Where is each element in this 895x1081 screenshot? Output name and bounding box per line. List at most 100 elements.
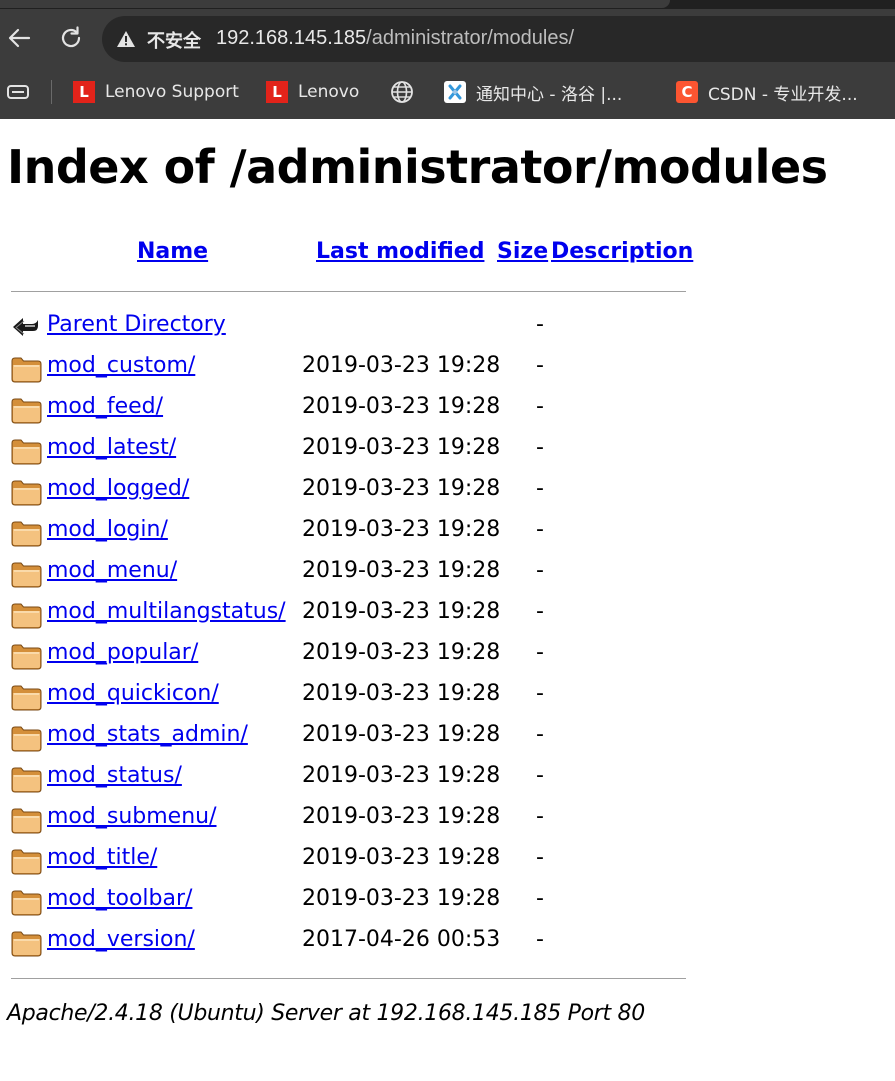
bookmark-globe[interactable]: [390, 70, 414, 114]
table-row: mod_feed/2019-03-23 19:28 -: [0, 391, 895, 432]
address-bar[interactable]: 不安全 192.168.145.185/administrator/module…: [102, 16, 895, 62]
folder-icon: [11, 480, 42, 506]
size-cell: -: [536, 927, 544, 952]
footer-divider: [11, 978, 686, 979]
last-modified-cell: 2019-03-23 19:28: [302, 353, 501, 378]
entry-name-link[interactable]: mod_latest/: [47, 435, 176, 460]
table-row: mod_multilangstatus/2019-03-23 19:28 -: [0, 596, 895, 637]
last-modified-cell: 2019-03-23 19:28: [302, 722, 501, 747]
back-arrow-icon: [8, 28, 31, 48]
size-cell: -: [536, 763, 544, 788]
warning-icon[interactable]: [116, 29, 136, 49]
entry-name-link[interactable]: mod_custom/: [47, 353, 195, 378]
url-host: 192.168.145.185: [216, 27, 367, 49]
active-tab-edge[interactable]: [0, 0, 670, 8]
folder-icon: [11, 849, 42, 875]
entry-name-link[interactable]: mod_multilangstatus/: [47, 599, 286, 624]
last-modified-cell: 2019-03-23 19:28: [302, 558, 501, 583]
entry-name-link[interactable]: mod_toolbar/: [47, 886, 192, 911]
page-content: Index of /administrator/modules Name Las…: [0, 119, 895, 1081]
entry-name-link[interactable]: mod_stats_admin/: [47, 722, 248, 747]
entry-name-link[interactable]: mod_submenu/: [47, 804, 217, 829]
server-signature: Apache/2.4.18 (Ubuntu) Server at 192.168…: [7, 1001, 645, 1026]
size-cell: -: [536, 517, 544, 542]
table-row: mod_title/2019-03-23 19:28 -: [0, 842, 895, 883]
tab-strip: [0, 0, 895, 9]
last-modified-cell: 2019-03-23 19:28: [302, 476, 501, 501]
bookmark-label: Lenovo Support: [105, 82, 239, 102]
table-row: mod_quickicon/2019-03-23 19:28 -: [0, 678, 895, 719]
bookmark-csdn[interactable]: C CSDN - 专业开发...: [676, 70, 858, 114]
last-modified-cell: 2019-03-23 19:28: [302, 886, 501, 911]
last-modified-cell: 2019-03-23 19:28: [302, 681, 501, 706]
last-modified-cell: 2019-03-23 19:28: [302, 517, 501, 542]
size-cell: -: [536, 558, 544, 583]
size-cell: -: [536, 845, 544, 870]
size-cell: -: [536, 804, 544, 829]
last-modified-cell: 2019-03-23 19:28: [302, 640, 501, 665]
size-cell: -: [536, 394, 544, 419]
reload-icon: [61, 26, 81, 48]
folder-icon: [11, 562, 42, 588]
url-path: /administrator/modules/: [366, 27, 575, 49]
folder-icon: [11, 931, 42, 957]
bookmark-luogu[interactable]: 通知中心 - 洛谷 |...: [444, 70, 622, 114]
entry-name-link[interactable]: mod_quickicon/: [47, 681, 219, 706]
page-title: Index of /administrator/modules: [7, 140, 828, 194]
bookmark-label: 通知中心 - 洛谷 |...: [476, 84, 623, 105]
size-cell: -: [536, 722, 544, 747]
table-row: mod_logged/2019-03-23 19:28 -: [0, 473, 895, 514]
folder-icon: [11, 603, 42, 629]
security-label[interactable]: 不安全: [147, 27, 201, 53]
folder-icon: [11, 890, 42, 916]
sort-by-description-link[interactable]: Description: [551, 239, 693, 264]
size-cell: -: [536, 640, 544, 665]
last-modified-cell: 2019-03-23 19:28: [302, 394, 501, 419]
table-row: mod_status/2019-03-23 19:28 -: [0, 760, 895, 801]
sort-by-name-link[interactable]: Name: [137, 239, 208, 264]
last-modified-cell: 2019-03-23 19:28: [302, 845, 501, 870]
folder-icon: [11, 767, 42, 793]
size-cell: -: [536, 353, 544, 378]
folder-icon: [11, 398, 42, 424]
folder-icon: [11, 644, 42, 670]
size-cell: -: [536, 312, 544, 337]
sort-by-last-modified-link[interactable]: Last modified: [316, 239, 484, 264]
last-modified-cell: 2019-03-23 19:28: [302, 763, 501, 788]
header-divider: [11, 291, 686, 292]
back-button[interactable]: [3, 22, 35, 54]
bookmark-lenovo-support[interactable]: L Lenovo Support: [73, 70, 239, 114]
bookmark-label: Lenovo: [298, 82, 360, 102]
folder-icon: [11, 685, 42, 711]
entry-name-link[interactable]: mod_feed/: [47, 394, 163, 419]
table-row: mod_login/2019-03-23 19:28 -: [0, 514, 895, 555]
table-row: mod_popular/2019-03-23 19:28 -: [0, 637, 895, 678]
tab-groups-icon[interactable]: [6, 81, 30, 103]
table-row: mod_menu/2019-03-23 19:28 -: [0, 555, 895, 596]
back-arrow-icon: [13, 318, 38, 336]
url-text[interactable]: 192.168.145.185/administrator/modules/: [216, 27, 574, 50]
folder-icon: [11, 357, 42, 383]
bookmark-lenovo[interactable]: L Lenovo: [266, 70, 359, 114]
last-modified-cell: 2019-03-23 19:28: [302, 599, 501, 624]
entry-name-link[interactable]: mod_logged/: [47, 476, 189, 501]
size-cell: -: [536, 476, 544, 501]
browser-chrome: 不安全 192.168.145.185/administrator/module…: [0, 0, 895, 119]
size-cell: -: [536, 435, 544, 460]
entry-name-link[interactable]: mod_menu/: [47, 558, 177, 583]
folder-icon: [11, 808, 42, 834]
table-row: mod_toolbar/2019-03-23 19:28 -: [0, 883, 895, 924]
entry-name-link[interactable]: mod_version/: [47, 927, 195, 952]
reload-button[interactable]: [55, 22, 87, 54]
entry-name-link[interactable]: mod_login/: [47, 517, 168, 542]
entry-name-link[interactable]: mod_status/: [47, 763, 182, 788]
table-row: mod_latest/2019-03-23 19:28 -: [0, 432, 895, 473]
entry-name-link[interactable]: mod_popular/: [47, 640, 198, 665]
entry-name-link[interactable]: mod_title/: [47, 845, 157, 870]
bookmark-label: CSDN - 专业开发...: [708, 84, 858, 105]
parent-directory-link[interactable]: Parent Directory: [47, 312, 226, 337]
last-modified-cell: 2019-03-23 19:28: [302, 804, 501, 829]
size-cell: -: [536, 681, 544, 706]
lenovo-l-icon: L: [73, 81, 95, 103]
sort-by-size-link[interactable]: Size: [497, 239, 548, 264]
